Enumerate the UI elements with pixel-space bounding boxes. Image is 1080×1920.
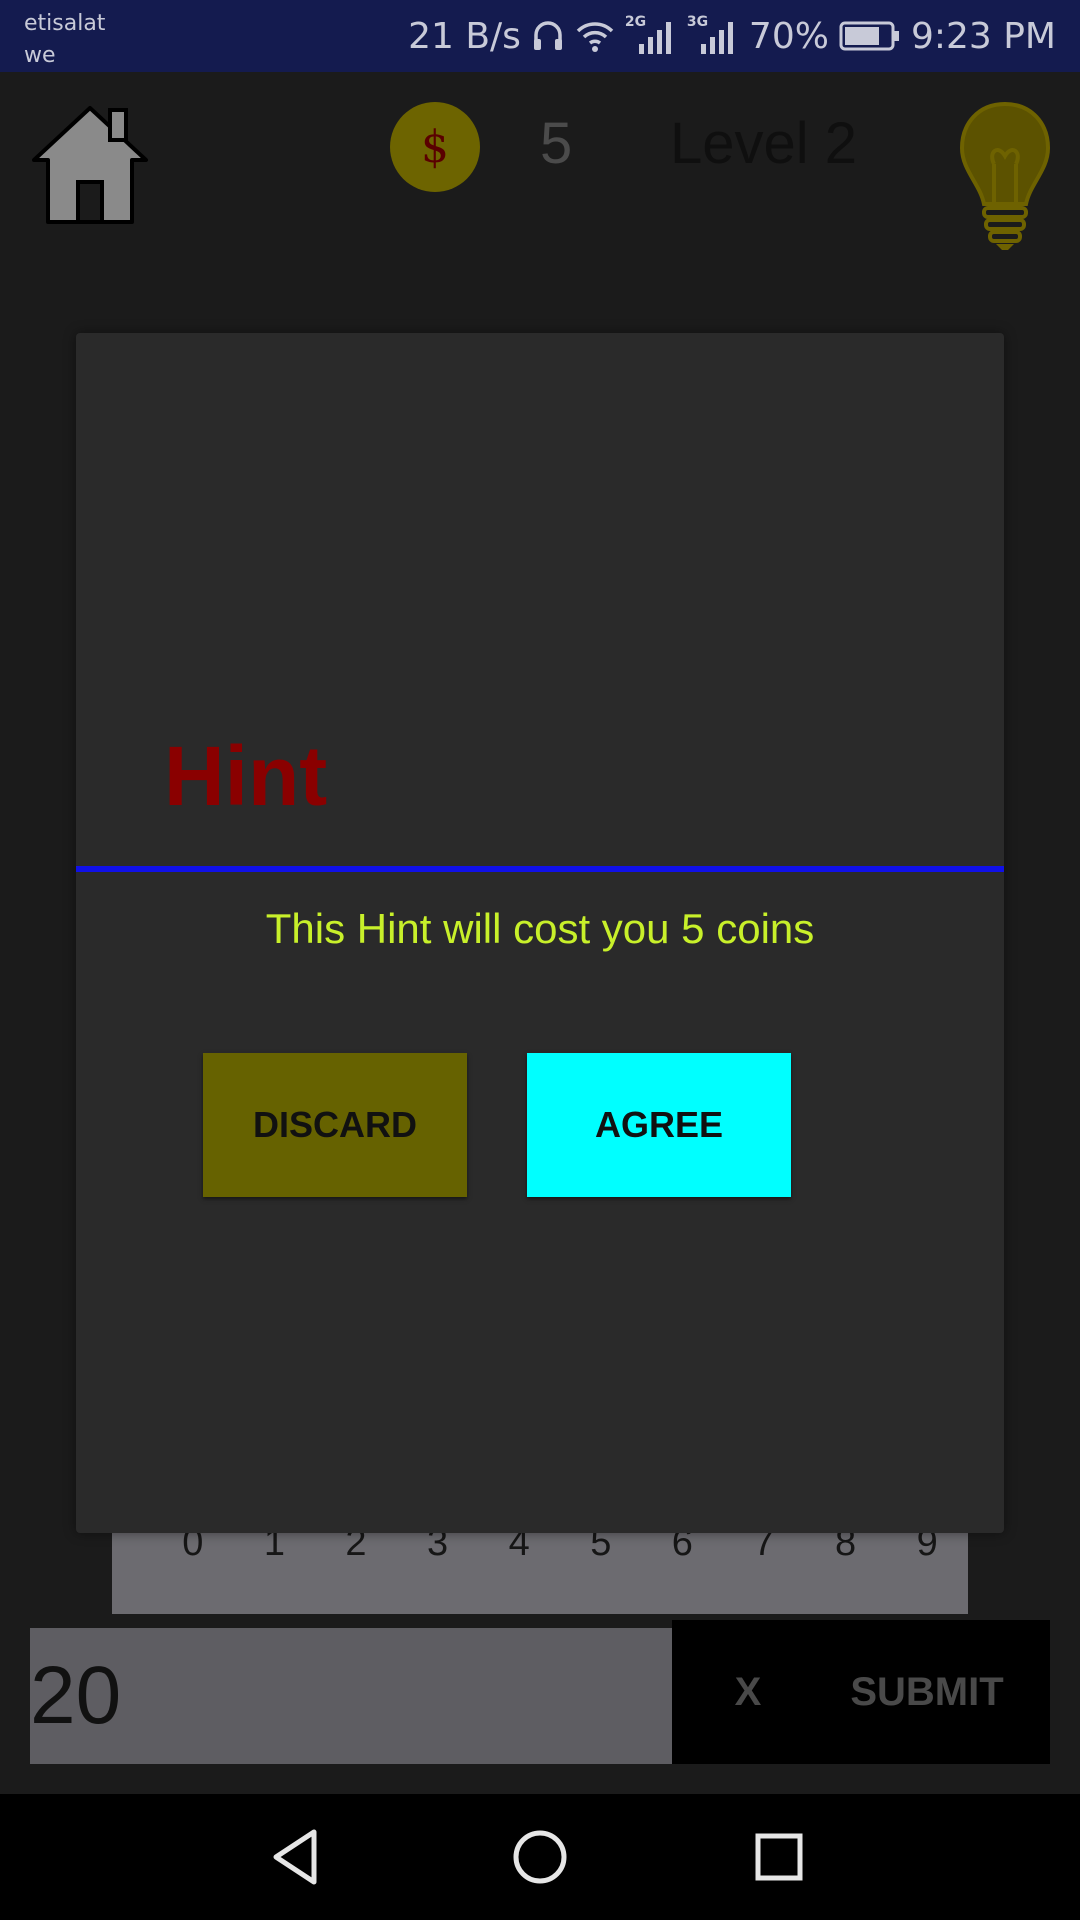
navigation-bar — [0, 1794, 1080, 1920]
carrier-name: etisalat — [24, 11, 106, 36]
discard-button[interactable]: DISCARD — [203, 1053, 467, 1197]
back-icon — [273, 1829, 317, 1885]
game-top-bar: $ 5 Level 2 — [0, 72, 1080, 272]
home-icon — [32, 106, 148, 224]
coin-symbol: $ — [421, 121, 449, 173]
signal-3g-icon: 3G — [687, 14, 739, 56]
battery-icon — [839, 21, 901, 51]
square-recents-icon — [755, 1833, 803, 1881]
home-button[interactable] — [28, 102, 152, 228]
circle-home-icon — [513, 1830, 567, 1884]
coins-count: 5 — [540, 111, 573, 176]
carrier-info: etisalat we — [24, 8, 105, 72]
clock: 9:23 PM — [910, 15, 1056, 57]
headphones-icon — [531, 19, 565, 53]
signal-2g-icon: 2G — [625, 14, 677, 56]
level-label: Level 2 — [670, 111, 858, 176]
submit-button[interactable]: SUBMIT — [822, 1620, 1032, 1764]
dialog-title: Hint — [164, 729, 328, 823]
clear-button[interactable]: X — [708, 1620, 788, 1764]
hint-dialog: Hint This Hint will cost you 5 coins DIS… — [76, 333, 1004, 1533]
status-bar: etisalat we 21 B/s 2G 3G 70% 9:23 PM — [0, 0, 1080, 72]
coin-icon: $ — [390, 102, 480, 192]
dialog-message: This Hint will cost you 5 coins — [265, 905, 815, 952]
lightbulb-icon — [959, 101, 1051, 250]
answer-input[interactable] — [30, 1628, 672, 1764]
network-speed: 21 B/s — [408, 15, 521, 57]
battery-percent: 70% — [748, 15, 829, 57]
dialog-divider — [76, 866, 1004, 872]
agree-button[interactable]: AGREE — [527, 1053, 791, 1197]
answer-actions: X SUBMIT — [672, 1620, 1050, 1764]
carrier-secondary: we — [24, 43, 56, 68]
home-nav-button[interactable] — [507, 1824, 573, 1890]
back-button[interactable] — [266, 1824, 332, 1890]
wifi-icon — [575, 19, 615, 53]
hint-button[interactable] — [958, 100, 1052, 254]
status-indicators: 21 B/s 2G 3G 70% 9:23 PM — [408, 0, 1056, 72]
recents-button[interactable] — [746, 1824, 812, 1890]
